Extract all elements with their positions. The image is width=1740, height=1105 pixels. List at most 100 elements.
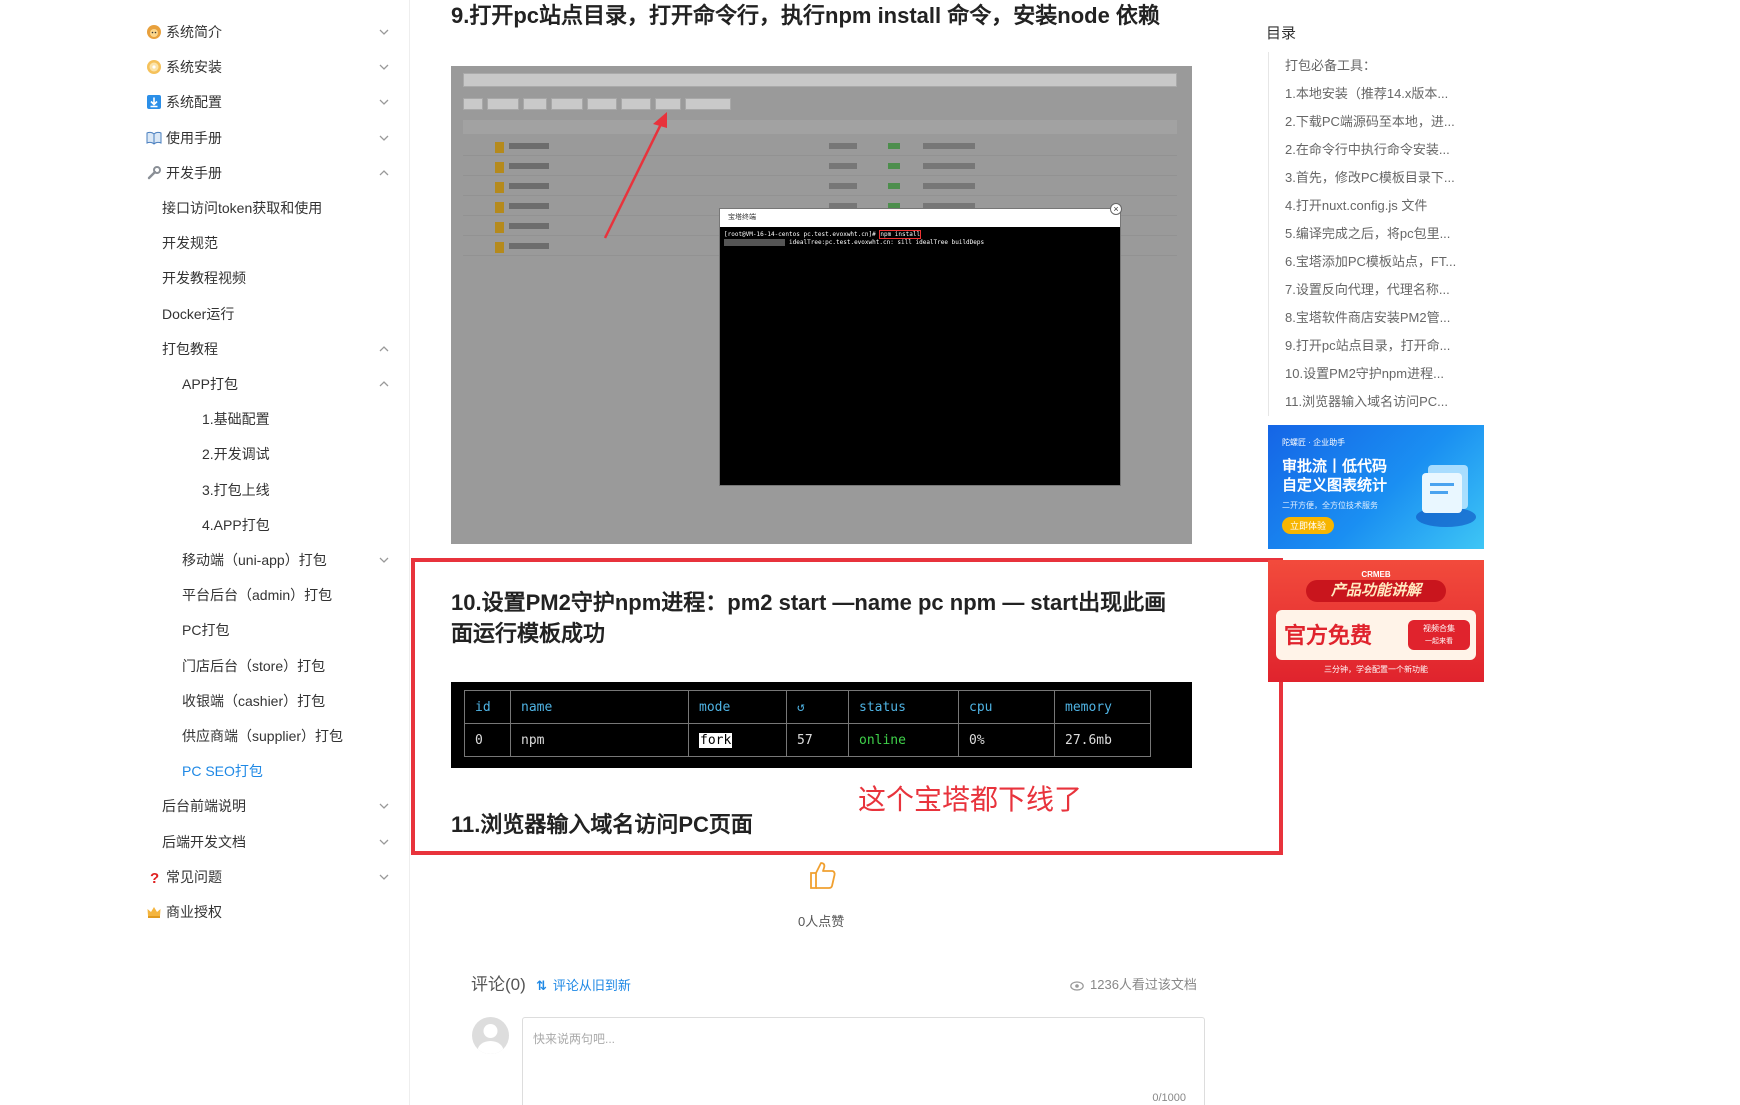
sidebar-item-item-6[interactable]: 开发规范 — [162, 228, 218, 258]
sidebar-item-docker[interactable]: Docker运行 — [162, 299, 234, 329]
toc-item[interactable]: 5.编译完成之后，将pc包里... — [1269, 220, 1466, 248]
sidebar-item-item-7[interactable]: 开发教程视频 — [162, 263, 246, 293]
sidebar-item-1[interactable]: 1.基础配置 — [202, 404, 270, 434]
chevron-down-icon[interactable] — [378, 554, 390, 566]
sidebar-item-app[interactable]: APP打包 — [182, 369, 238, 399]
doc-content: 9.打开pc站点目录，打开命令行，执行npm install 命令，安装node… — [410, 0, 1283, 1105]
chevron-down-icon[interactable] — [378, 836, 390, 848]
like-count: 0人点赞 — [798, 914, 845, 929]
sidebar-item-cashier[interactable]: 收银端（cashier）打包 — [182, 686, 325, 716]
user-avatar — [472, 1017, 509, 1054]
chevron-up-icon[interactable] — [378, 378, 390, 390]
toc-item[interactable]: 9.打开pc站点目录，打开命... — [1269, 332, 1466, 360]
toc-item[interactable]: 10.设置PM2守护npm进程... — [1269, 360, 1466, 388]
sidebar-item-label: 4.APP打包 — [202, 516, 270, 533]
sidebar-item-3[interactable]: 3.打包上线 — [202, 475, 270, 505]
chevron-down-icon[interactable] — [378, 61, 390, 73]
ad-banner-tuoluojiang[interactable]: 陀螺匠 · 企业助手 审批流丨低代码 自定义图表统计 二开方便，全方位技术服务 … — [1268, 425, 1484, 549]
address-bar — [463, 73, 1177, 87]
sidebar-item-item-0[interactable]: 系统简介 — [146, 17, 222, 47]
ad1-title-2: 自定义图表统计 — [1282, 477, 1388, 494]
comments-title: 评论(0) — [471, 975, 526, 994]
disc-icon — [146, 55, 162, 75]
sidebar-item-label: 使用手册 — [166, 129, 222, 146]
toc-item[interactable]: 3.首先，修改PC模板目录下... — [1269, 164, 1466, 192]
sort-label: 评论从旧到新 — [552, 978, 631, 993]
sidebar-item-label: PC SEO打包 — [182, 763, 263, 780]
sidebar-item-admin[interactable]: 平台后台（admin）打包 — [182, 580, 332, 610]
sidebar-item-uni-app[interactable]: 移动端（uni-app）打包 — [182, 545, 327, 575]
sidebar-item-label: 3.打包上线 — [202, 481, 270, 498]
sidebar-item-label: 供应商端（supplier）打包 — [182, 728, 344, 744]
chevron-down-icon[interactable] — [378, 871, 390, 883]
sidebar-item-item-22[interactable]: 后台前端说明 — [162, 791, 246, 821]
svg-text:?: ? — [150, 870, 159, 885]
sidebar-item-item-24[interactable]: ? 常见问题 — [146, 862, 222, 892]
toc-item[interactable]: 8.宝塔软件商店安装PM2管... — [1269, 304, 1466, 332]
sidebar-item-item-1[interactable]: 系统安装 — [146, 52, 222, 82]
toolbar-button — [463, 98, 483, 110]
sidebar-item-label: 平台后台（admin）打包 — [182, 587, 333, 604]
sidebar-item-supplier[interactable]: 供应商端（supplier）打包 — [182, 721, 343, 751]
ad2-title: 产品功能讲解 — [1306, 580, 1446, 602]
sidebar-item-item-4[interactable]: 开发手册 — [146, 158, 222, 188]
sidebar-item-item-3[interactable]: 使用手册 — [146, 123, 222, 153]
comment-box: 0/1000 — [522, 1017, 1205, 1105]
sidebar-item-label: 开发教程视频 — [162, 270, 246, 287]
command-highlight: npm install — [879, 230, 922, 239]
toolbar-button — [551, 98, 583, 110]
sidebar-item-4-app[interactable]: 4.APP打包 — [202, 510, 270, 540]
table-of-contents: 目录 打包必备工具： 1.本地安装（推荐14.x版本... 2.下载PC端源码至本地… — [1266, 0, 1506, 1105]
terminal-toolbar-button — [655, 98, 681, 110]
toc-item[interactable]: 7.设置反向代理，代理名称... — [1269, 276, 1466, 304]
step9-heading: 9.打开pc站点目录，打开命令行，执行npm install 命令，安装node… — [451, 3, 1160, 28]
char-counter: 0/1000 — [1152, 1092, 1186, 1104]
chevron-down-icon[interactable] — [378, 132, 390, 144]
sidebar-item-2[interactable]: 2.开发调试 — [202, 439, 270, 469]
comment-input[interactable] — [523, 1018, 1204, 1094]
terminal-line: [root@VM-16-14-centos pc.test.evoxwht.cn… — [724, 230, 922, 239]
toc-item[interactable]: 1.本地安装（推荐14.x版本... — [1269, 80, 1466, 108]
chevron-down-icon[interactable] — [378, 96, 390, 108]
toc-item[interactable]: 2.在命令行中执行命令安装... — [1269, 136, 1466, 164]
view-count: 1236人看过该文档 — [1070, 974, 1197, 994]
comment-sort-toggle[interactable]: ⇅ 评论从旧到新 — [536, 975, 631, 994]
file-row — [463, 138, 1177, 156]
red-highlight-box — [411, 558, 1283, 855]
toolbar-button — [685, 98, 731, 110]
sidebar-item-token[interactable]: 接口访问token获取和使用 — [162, 193, 322, 223]
toolbar-button — [523, 98, 547, 110]
sidebar-item-label: 1.基础配置 — [202, 411, 270, 428]
toc-item[interactable]: 4.打开nuxt.config.js 文件 — [1269, 192, 1466, 220]
like-thumbs-up-icon[interactable] — [808, 860, 836, 890]
toolbar-button — [487, 98, 519, 110]
annotation-text: 这个宝塔都下线了 — [858, 784, 1083, 815]
sidebar-item-item-2[interactable]: 系统配置 — [146, 87, 222, 117]
sidebar-item-label: 移动端（uni-app）打包 — [182, 552, 327, 568]
sort-icon: ⇅ — [536, 978, 547, 993]
sidebar-item-item-9[interactable]: 打包教程 — [162, 334, 218, 364]
toc-item[interactable]: 打包必备工具： — [1269, 52, 1466, 80]
sidebar-item-item-23[interactable]: 后端开发文档 — [162, 827, 246, 857]
ad2-tag-bottom: 一起来看 — [1425, 638, 1453, 645]
file-row — [463, 158, 1177, 176]
ad-banner-crmeb[interactable]: CRMEB 产品功能讲解 官方免费 视频合集 一起来看 三分钟，学会配置一个新功… — [1268, 560, 1484, 682]
sidebar-item-pc[interactable]: PC打包 — [182, 615, 229, 645]
sidebar-item-store[interactable]: 门店后台（store）打包 — [182, 651, 325, 681]
chevron-down-icon[interactable] — [378, 800, 390, 812]
sidebar-item-label: PC打包 — [182, 622, 230, 639]
terminal-title: 宝塔终端 — [720, 209, 1120, 227]
chevron-down-icon[interactable] — [378, 26, 390, 38]
sidebar-item-item-25[interactable]: 商业授权 — [146, 897, 222, 927]
terminal-progress-line: idealTree:pc.test.evoxwht.cn: sill ideal… — [720, 239, 1120, 247]
ad1-cta-button[interactable]: 立即体验 — [1282, 517, 1335, 534]
sidebar-item-pc-seo[interactable]: PC SEO打包 — [182, 756, 263, 786]
chevron-up-icon[interactable] — [378, 167, 390, 179]
toc-item[interactable]: 6.宝塔添加PC模板站点，FT... — [1269, 248, 1466, 276]
toc-item[interactable]: 11.浏览器输入域名访问PC... — [1269, 388, 1466, 416]
toc-item[interactable]: 2.下载PC端源码至本地，进... — [1269, 108, 1466, 136]
ad2-brand: CRMEB — [1361, 570, 1391, 579]
chevron-up-icon[interactable] — [378, 343, 390, 355]
ad2-headline: 官方免费 — [1284, 623, 1373, 648]
sidebar-item-label: 系统配置 — [166, 94, 222, 111]
